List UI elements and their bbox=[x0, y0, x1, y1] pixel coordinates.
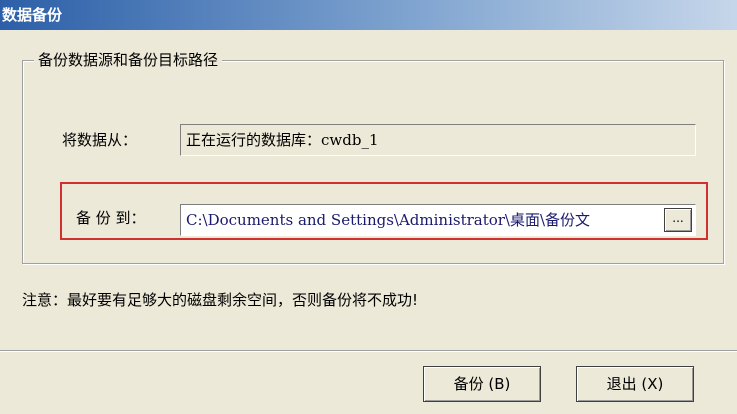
destination-path-input[interactable]: C:\Documents and Settings\Administrator\… bbox=[180, 204, 696, 236]
destination-label: 备 份 到： bbox=[76, 209, 146, 227]
exit-button[interactable]: 退出 (X) bbox=[576, 366, 694, 402]
footer-separator bbox=[0, 350, 737, 352]
source-label: 将数据从： bbox=[62, 131, 138, 149]
disk-space-note: 注意：最好要有足够大的磁盘剩余空间，否则备份将不成功! bbox=[22, 291, 419, 309]
backup-button[interactable]: 备份 (B) bbox=[423, 366, 541, 402]
window-title: 数据备份 bbox=[0, 0, 737, 30]
browse-button[interactable]: ... bbox=[664, 208, 692, 232]
group-legend: 备份数据源和备份目标路径 bbox=[34, 50, 223, 70]
source-field: 正在运行的数据库：cwdb_1 bbox=[180, 124, 696, 156]
